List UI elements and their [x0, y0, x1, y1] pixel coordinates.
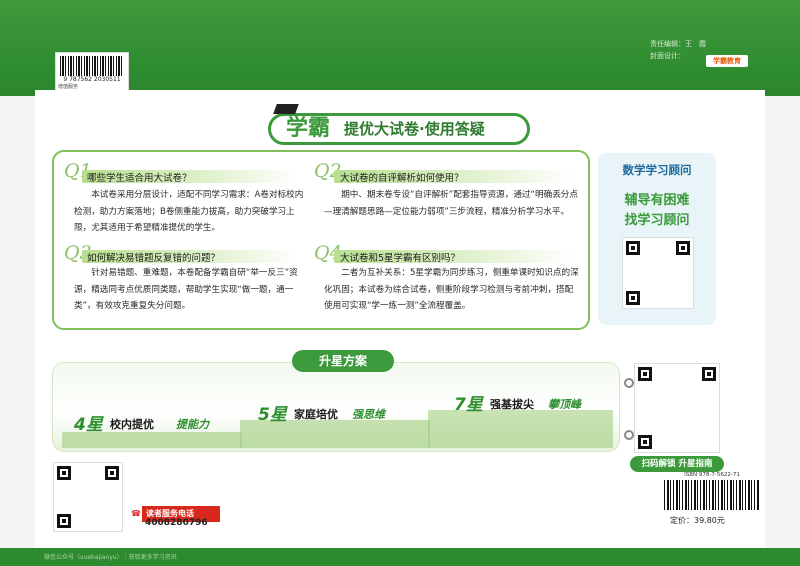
step-3-star: 7星 [454, 395, 483, 415]
advisor-qr-code[interactable] [622, 237, 694, 309]
q4-answer: 二者为互补关系：5星学霸为同步练习，侧重单课时知识点的深化巩固；本试卷为综合试卷… [324, 268, 579, 311]
step-1-star: 4星 [74, 415, 103, 435]
q2-answer: 期中、期末卷专设“自评解析”配套指导资源，通过“明确丢分点—理清解题思路—定位能… [324, 190, 578, 217]
qr-finder [57, 514, 71, 528]
top-barcode: 9 787562 2030511 增值服务 [55, 52, 129, 92]
brand-title: 学霸 [286, 115, 331, 141]
qr-finder [638, 367, 652, 381]
q3-title: 如何解决易错题反复错的问题？ [87, 253, 221, 264]
advisor-line-2: 找学习顾问 [624, 213, 690, 228]
step-2-emph: 强思维 [352, 408, 385, 421]
qr-finder [626, 291, 640, 305]
designer-line: 封面设计： [650, 52, 685, 60]
advisor-title: 数学学习顾问 [622, 163, 692, 177]
step-3-label: 强基拔尖 [490, 398, 534, 411]
barcode-number: 9 787562 2030511 [63, 76, 121, 83]
editor-line: 责任编辑：王 霞 [650, 40, 706, 48]
phone-label: 读者服务电话 [146, 509, 194, 518]
editor-info: 责任编辑：王 霞 封面设计： [650, 38, 706, 62]
scan-unlock-tag: 扫码解锁 升星指南 [630, 456, 724, 472]
q4-title: 大试卷和5星学霸有区别吗？ [340, 253, 461, 264]
isbn-text: ISBN 978-7-5622-71 [684, 472, 740, 478]
q1-answer: 本试卷采用分层设计，适配不同学习需求：A卷对标校内检测，助力方案落地；B卷侧重能… [74, 190, 304, 233]
qr-finder [105, 466, 119, 480]
binder-ring [624, 378, 634, 388]
step-1-label: 校内提优 [110, 418, 154, 431]
step-3-emph: 攀顶峰 [548, 398, 581, 411]
q2-title: 大试卷的自评解析如何使用？ [340, 173, 464, 184]
step-1-emph: 提能力 [176, 418, 209, 431]
reader-service-qr-code[interactable] [53, 462, 123, 532]
q1-title: 哪些学生适合用大试卷？ [87, 173, 192, 184]
binder-ring [624, 430, 634, 440]
qr-finder [702, 367, 716, 381]
step-2-star: 5星 [258, 405, 287, 425]
qr-finder [57, 466, 71, 480]
step-2-label: 家庭培优 [294, 408, 338, 421]
page-title: 提优大试卷·使用答疑 [344, 120, 485, 138]
qr-finder [676, 241, 690, 255]
qr-finder [638, 435, 652, 449]
price: 定价：39.80元 [670, 516, 725, 525]
isbn-barcode: ISBN 978-7-5622-71 [662, 472, 762, 510]
barcode-bars [60, 56, 124, 76]
plan-qr-code[interactable] [634, 363, 720, 453]
barcode-tag: 增值服务 [58, 84, 79, 90]
qr-finder [626, 241, 640, 255]
isbn-bars [664, 480, 760, 510]
footer-note: 微信公众号（xuebajiaoyu）｜获取更多学习资讯 [44, 554, 177, 561]
phone-number: 4008280796 [145, 518, 208, 528]
advisor-box: 数学学习顾问 辅导有困难 找学习顾问 [598, 153, 716, 325]
q3-answer: 针对易错题、重难题，本卷配备学霸自研“举一反三”资源，精选同考点优质同类题，帮助… [74, 268, 298, 311]
phone-icon: ☎ [130, 506, 142, 522]
advisor-line-1: 辅导有困难 [624, 193, 690, 208]
step-block-3 [428, 410, 613, 448]
plan-heading: 升星方案 [292, 350, 394, 372]
publisher-logo: 学霸教育 [706, 55, 748, 67]
